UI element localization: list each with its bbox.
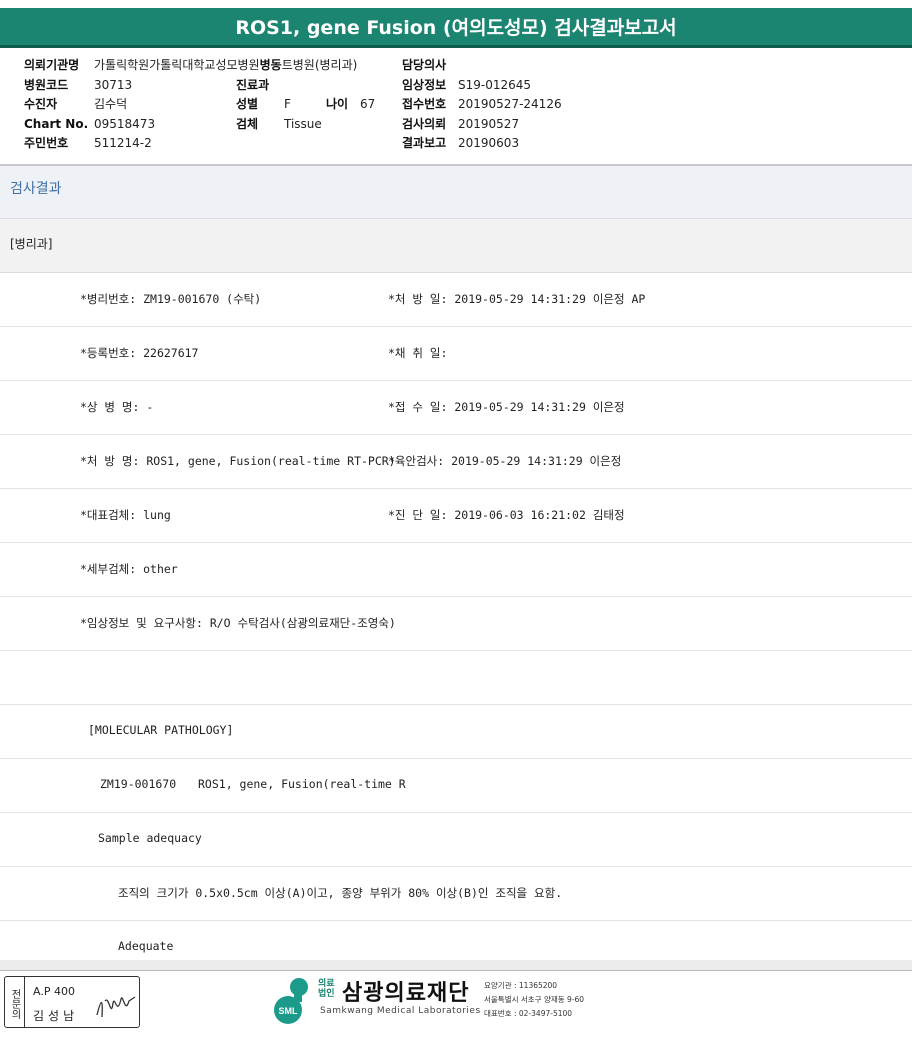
info-column-2: 진료과 성별 F 나이 67 검체 Tissue	[236, 56, 375, 134]
result-lines: *병리번호: ZM19-001670 (수탁) *처 방 일: 2019-05-…	[0, 273, 912, 975]
adequacy-criteria: 조직의 크기가 0.5x0.5cm 이상(A)이고, 종양 부위가 80% 이상…	[118, 886, 563, 900]
info-column-3: 담당의사 임상정보 S19-012645 접수번호 20190527-24126 검…	[402, 56, 562, 154]
info-row-sex-age: 성별 F 나이 67	[236, 97, 376, 111]
info-row-receipt-no: 접수번호 20190527-24126	[402, 97, 562, 111]
care-code: 요양기관 : 11365200	[484, 981, 558, 990]
molecular-pathology-header: [MOLECULAR PATHOLOGY]	[88, 723, 234, 737]
result-line: *세부검체: other	[0, 543, 912, 597]
info-row-clinic: 진료과	[236, 77, 270, 92]
test-name: ROS1, gene, Fusion(real-time R	[198, 777, 406, 791]
info-row-clinical-info: 임상정보 S19-012645	[402, 77, 532, 92]
report-title: ROS1, gene Fusion (여의도성모) 검사결과보고서	[0, 8, 912, 48]
specialist-vertical-label: 전문의	[5, 977, 25, 1027]
result-line: *처 방 명: ROS1, gene, Fusion(real-time RT-…	[0, 435, 912, 489]
collection-date: *채 취 일:	[388, 346, 448, 360]
result-line: *병리번호: ZM19-001670 (수탁) *처 방 일: 2019-05-…	[0, 273, 912, 327]
result-line-empty	[0, 651, 912, 705]
info-row-request-date: 검사의뢰 20190527	[402, 116, 520, 131]
registration-number: *등록번호: 22627617	[80, 346, 199, 360]
content-bottom-band	[0, 960, 912, 970]
specialist-stamp: 전문의 A.P 400 김성남	[4, 976, 140, 1028]
info-row-resident-no: 주민번호 511214-2	[24, 136, 152, 150]
sub-specimen: *세부검체: other	[80, 562, 178, 576]
signature-image	[96, 996, 136, 1018]
disease-name: *상 병 명: -	[80, 400, 154, 414]
order-name: *처 방 명: ROS1, gene, Fusion(real-time RT-…	[80, 454, 396, 468]
info-row-report-date: 결과보고 20190603	[402, 136, 520, 150]
result-line: *임상정보 및 요구사항: R/O 수탁검사(삼광의료재단-조영숙)	[0, 597, 912, 651]
result-line: 조직의 크기가 0.5x0.5cm 이상(A)이고, 종양 부위가 80% 이상…	[0, 867, 912, 921]
pathology-number: *병리번호: ZM19-001670 (수탁)	[80, 292, 262, 306]
receipt-date: *접 수 일: 2019-05-29 14:31:29 이은정	[388, 400, 625, 414]
sml-logo-icon: SML	[274, 978, 308, 1024]
specialist-license: A.P 400	[33, 985, 75, 998]
prescription-date: *처 방 일: 2019-05-29 14:31:29 이은정 AP	[388, 292, 646, 306]
result-line: *등록번호: 22627617 *채 취 일:	[0, 327, 912, 381]
sample-adequacy-label: Sample adequacy	[98, 831, 202, 845]
foundation-name: 삼광의료재단	[342, 981, 470, 1006]
result-line: *대표검체: lung *진 단 일: 2019-06-03 16:21:02 …	[0, 489, 912, 543]
department-row: [병리과]	[0, 219, 912, 273]
result-line: *상 병 명: - *접 수 일: 2019-05-29 14:31:29 이은…	[0, 381, 912, 435]
sml-logo-text: SML	[279, 1006, 299, 1016]
result-line: Sample adequacy	[0, 813, 912, 867]
result-line: [MOLECULAR PATHOLOGY]	[0, 705, 912, 759]
foundation-address: 서울특별시 서초구 양재동 9-60	[484, 995, 585, 1004]
clinical-request: *임상정보 및 요구사항: R/O 수탁검사(삼광의료재단-조영숙)	[80, 616, 396, 630]
result-section-header: 검사결과	[0, 166, 912, 219]
info-row-specimen: 검체 Tissue	[236, 116, 322, 131]
footer-divider	[0, 970, 912, 971]
specialist-name: 김성남	[33, 1009, 79, 1023]
foundation-phone: 대표번호 : 02-3497-5100	[484, 1009, 573, 1018]
foundation-english-name: Samkwang Medical Laboratories	[320, 1006, 481, 1016]
test-code: ZM19-001670	[100, 777, 177, 791]
diagnosis-date: *진 단 일: 2019-06-03 16:21:02 김태정	[388, 508, 625, 522]
result-line: ZM19-001670 ROS1, gene, Fusion(real-time…	[0, 759, 912, 813]
info-row-doctor: 담당의사	[402, 58, 447, 72]
representative-specimen: *대표검체: lung	[80, 508, 171, 522]
adequacy-result: Adequate	[118, 939, 174, 953]
corporation-label: 의료법인	[318, 979, 335, 999]
gross-exam: *육안검사: 2019-05-29 14:31:29 이은정	[388, 454, 622, 468]
